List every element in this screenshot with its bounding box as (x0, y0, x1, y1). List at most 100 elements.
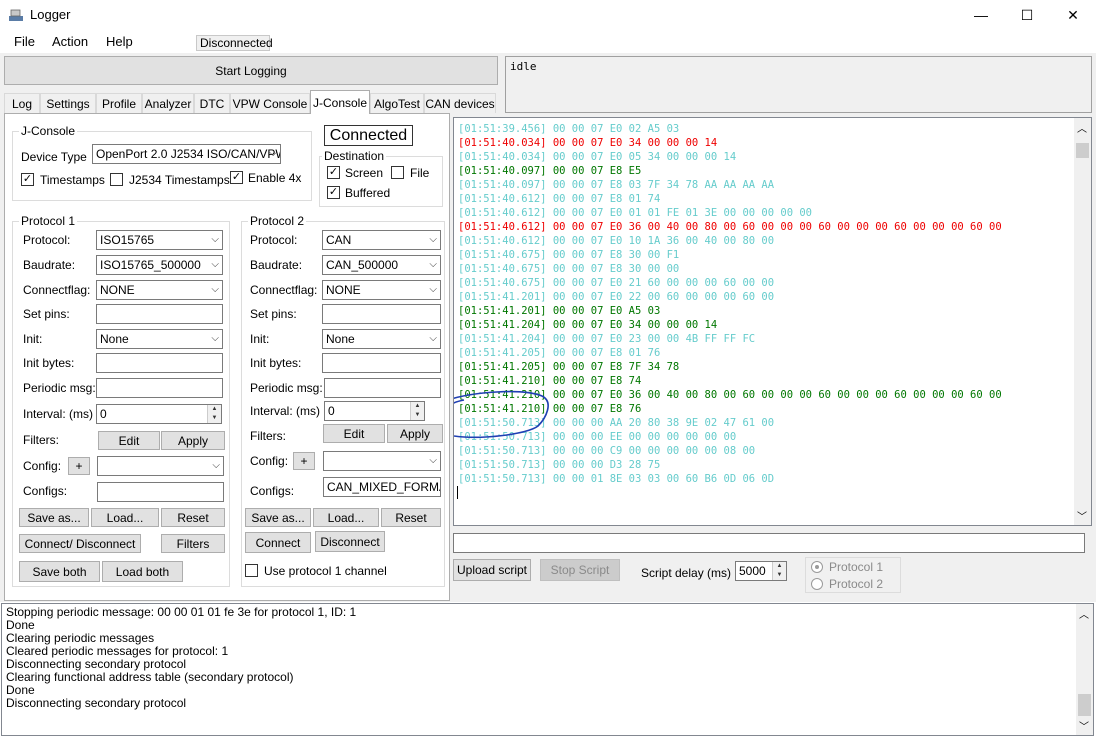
p1-save-as-button[interactable]: Save as... (19, 508, 89, 527)
p1-reset-button[interactable]: Reset (161, 508, 225, 527)
p2-connectflag-select[interactable]: NONE ⌵ (322, 280, 441, 300)
p2-protocol-select[interactable]: CAN ⌵ (322, 230, 441, 250)
menu-file[interactable]: File (14, 34, 35, 49)
tab-j-console[interactable]: J-Console (310, 90, 370, 114)
console-line: [01:51:39.456] 00 00 07 E0 02 A5 03 (458, 123, 680, 135)
chevron-down-icon: ⌵ (269, 148, 277, 159)
console-line: [01:51:50.713] 00 00 01 8E 03 03 00 60 B… (458, 473, 775, 485)
p2-baudrate-select[interactable]: CAN_500000 ⌵ (322, 255, 441, 275)
spinner-arrows-icon[interactable]: ▲ ▼ (207, 405, 221, 423)
buffered-checkbox[interactable]: ✓ (327, 186, 340, 199)
timestamps-label: Timestamps (40, 173, 105, 187)
p2-connect-button[interactable]: Connect (245, 532, 311, 553)
console-line: [01:51:40.612] 00 00 07 E8 01 74 (458, 193, 661, 205)
p2-interval-input[interactable]: 0 ▲ ▼ (324, 401, 425, 421)
minimize-button[interactable]: — (958, 0, 1004, 30)
screen-checkbox[interactable]: ✓ (327, 166, 340, 179)
log-scrollbar[interactable]: ︿ ﹀ (1076, 604, 1093, 735)
scroll-up-icon[interactable]: ︿ (1079, 606, 1089, 621)
p1-connectflag-value: NONE (100, 283, 135, 297)
p1-baudrate-value: ISO15765_500000 (100, 258, 201, 272)
tab-analyzer[interactable]: Analyzer (142, 93, 194, 113)
p1-connectflag-select[interactable]: NONE ⌵ (96, 280, 223, 300)
p2-save-as-button[interactable]: Save as... (245, 508, 311, 527)
p2-disconnect-button[interactable]: Disconnect (315, 531, 385, 552)
command-input[interactable] (453, 533, 1085, 553)
p2-connectflag-value: NONE (326, 283, 361, 297)
chevron-down-icon: ⌵ (429, 455, 437, 466)
p2-interval-value: 0 (328, 404, 335, 418)
p2-load-button[interactable]: Load... (313, 508, 379, 527)
p1-config-select[interactable]: ⌵ (97, 456, 224, 476)
p1-periodic-input[interactable] (96, 378, 223, 398)
j2534-timestamps-checkbox[interactable] (110, 173, 123, 186)
scrollbar-thumb[interactable] (1078, 694, 1091, 716)
maximize-button[interactable]: ☐ (1004, 0, 1050, 30)
p1-configs-input[interactable] (97, 482, 224, 502)
p1-filters-button[interactable]: Filters (161, 534, 225, 553)
p2-reset-button[interactable]: Reset (381, 508, 441, 527)
p1-protocol-select[interactable]: ISO15765 ⌵ (96, 230, 223, 250)
j-console-group: J-Console (12, 124, 312, 201)
tab-profile[interactable]: Profile (96, 93, 142, 113)
timestamps-checkbox[interactable]: ✓ (21, 173, 34, 186)
log-output[interactable]: Stopping periodic message: 00 00 01 01 f… (1, 603, 1094, 736)
tab-can-devices[interactable]: CAN devices (424, 93, 496, 113)
p2-edit-button[interactable]: Edit (323, 424, 385, 443)
console-scrollbar[interactable]: ︿ ﹀ (1074, 118, 1091, 525)
connected-indicator: Connected (324, 125, 413, 146)
script-delay-value: 5000 (739, 564, 766, 578)
p1-init-bytes-input[interactable] (96, 353, 223, 373)
p1-connect-disconnect-button[interactable]: Connect/ Disconnect (19, 534, 141, 553)
p2-config-select[interactable]: ⌵ (323, 451, 441, 471)
destination-title: Destination (322, 149, 387, 163)
p2-add-config-button[interactable]: + (293, 452, 315, 470)
tab-dtc[interactable]: DTC (194, 93, 230, 113)
tab-log[interactable]: Log (4, 93, 40, 113)
device-type-select[interactable]: OpenPort 2.0 J2534 ISO/CAN/VPW ⌵ (92, 144, 281, 164)
p1-load-button[interactable]: Load... (91, 508, 159, 527)
file-checkbox[interactable] (391, 166, 404, 179)
p1-protocol-label: Protocol: (23, 233, 71, 247)
p2-apply-button[interactable]: Apply (387, 424, 443, 443)
menu-help[interactable]: Help (106, 34, 133, 49)
p2-init-bytes-input[interactable] (322, 353, 441, 373)
spinner-arrows-icon[interactable]: ▲ ▼ (772, 562, 786, 580)
p2-periodic-input[interactable] (324, 378, 441, 398)
p2-init-label: Init: (250, 332, 270, 346)
enable4x-checkbox[interactable]: ✓ (230, 171, 243, 184)
p1-config-label: Config: (23, 459, 62, 473)
tab-settings[interactable]: Settings (40, 93, 96, 113)
tab-vpw-console[interactable]: VPW Console (230, 93, 310, 113)
p2-set-pins-input[interactable] (322, 304, 441, 324)
protocol2-radio (811, 578, 823, 590)
p1-edit-button[interactable]: Edit (98, 431, 160, 450)
p1-apply-button[interactable]: Apply (161, 431, 225, 450)
p2-init-select[interactable]: None ⌵ (322, 329, 441, 349)
console-output[interactable]: [01:51:39.456] 00 00 07 E0 02 A5 03 [01:5… (453, 117, 1092, 526)
load-both-button[interactable]: Load both (102, 561, 183, 582)
close-button[interactable]: ✕ (1050, 0, 1096, 30)
p1-protocol-value: ISO15765 (100, 233, 155, 247)
tab-algotest[interactable]: AlgoTest (370, 93, 424, 113)
scroll-up-icon[interactable]: ︿ (1077, 120, 1087, 135)
scroll-down-icon[interactable]: ﹀ (1079, 718, 1089, 733)
p1-interval-input[interactable]: 0 ▲ ▼ (96, 404, 222, 424)
p1-init-select[interactable]: None ⌵ (96, 329, 223, 349)
chevron-down-icon: ⌵ (211, 259, 219, 270)
p1-set-pins-input[interactable] (96, 304, 223, 324)
scroll-down-icon[interactable]: ﹀ (1077, 508, 1087, 523)
p1-baudrate-select[interactable]: ISO15765_500000 ⌵ (96, 255, 223, 275)
save-both-button[interactable]: Save both (19, 561, 100, 582)
menu-action[interactable]: Action (52, 34, 88, 49)
script-delay-input[interactable]: 5000 ▲ ▼ (735, 561, 787, 581)
upload-script-button[interactable]: Upload script (453, 559, 531, 581)
start-logging-button[interactable]: Start Logging (4, 56, 498, 85)
console-line: [01:51:40.612] 00 00 07 E0 01 01 FE 01 3… (458, 207, 813, 219)
spinner-arrows-icon[interactable]: ▲ ▼ (410, 402, 424, 420)
p2-configs-input[interactable]: CAN_MIXED_FORMAT (323, 477, 441, 497)
p1-add-config-button[interactable]: + (68, 457, 90, 475)
console-line: [01:51:40.675] 00 00 07 E0 21 60 00 00 0… (458, 277, 775, 289)
use-protocol1-checkbox[interactable] (245, 564, 258, 577)
scrollbar-thumb[interactable] (1076, 143, 1089, 158)
